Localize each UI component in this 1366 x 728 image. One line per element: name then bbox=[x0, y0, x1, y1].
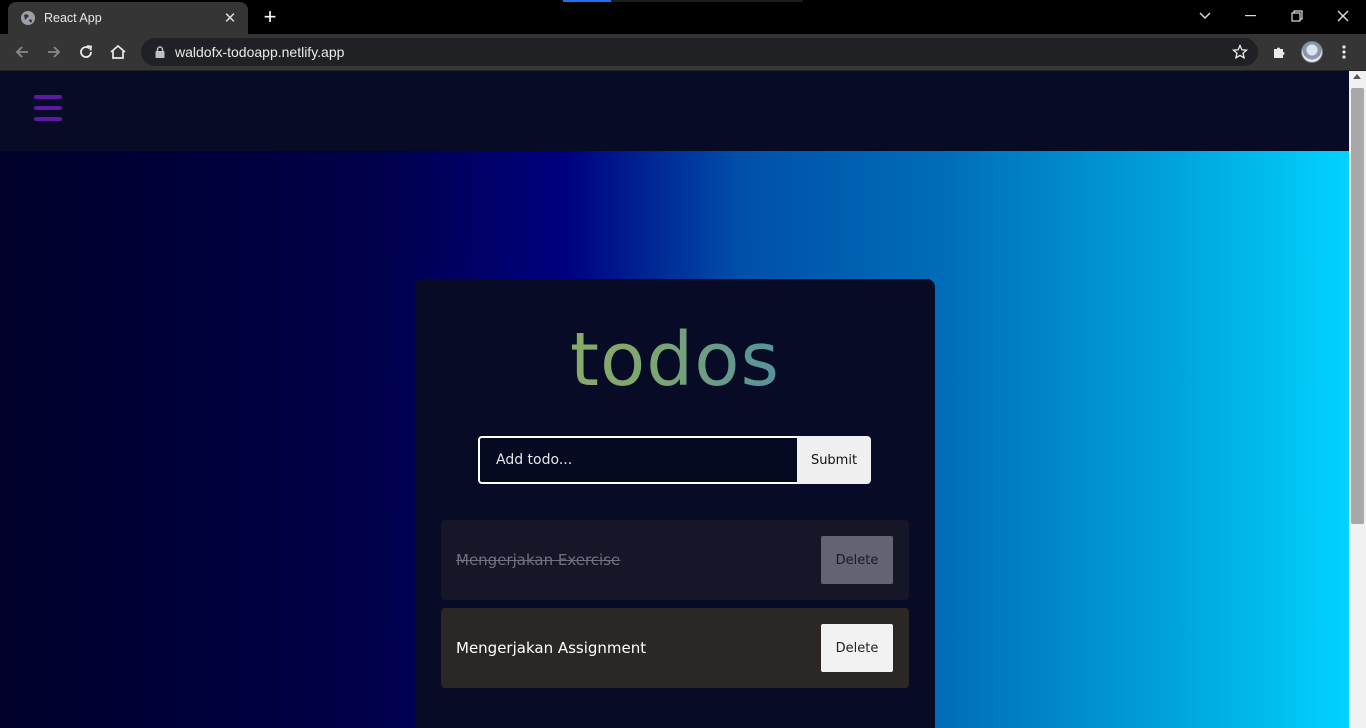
page-scrollbar[interactable] bbox=[1349, 71, 1366, 728]
tab-search-chevron-down-icon[interactable] bbox=[1185, 4, 1225, 28]
minimize-window-button[interactable] bbox=[1231, 4, 1271, 28]
chrome-menu-kebab-icon[interactable] bbox=[1332, 40, 1356, 64]
scroll-up-arrow-icon[interactable] bbox=[1353, 74, 1361, 79]
bookmark-star-icon[interactable] bbox=[1232, 44, 1248, 60]
app-navbar bbox=[0, 71, 1349, 151]
scrollbar-thumb[interactable] bbox=[1351, 88, 1364, 524]
loading-indicator bbox=[563, 0, 803, 2]
new-tab-button[interactable]: + bbox=[258, 4, 282, 29]
add-todo-form: Submit bbox=[478, 436, 871, 484]
extensions-puzzle-icon[interactable] bbox=[1267, 40, 1291, 64]
tab-close-icon[interactable]: ✕ bbox=[222, 9, 238, 27]
globe-icon bbox=[20, 10, 36, 26]
delete-button[interactable]: Delete bbox=[821, 624, 893, 672]
todo-item[interactable]: Mengerjakan Assignment Delete bbox=[441, 608, 909, 688]
home-icon[interactable] bbox=[106, 40, 130, 64]
add-todo-input[interactable] bbox=[478, 436, 797, 484]
submit-button[interactable]: Submit bbox=[797, 436, 871, 484]
todo-text[interactable]: Mengerjakan Exercise bbox=[456, 551, 620, 569]
hamburger-menu-icon[interactable] bbox=[34, 95, 62, 121]
restore-window-button[interactable] bbox=[1277, 4, 1317, 28]
delete-button[interactable]: Delete bbox=[821, 536, 893, 584]
tab-title: React App bbox=[44, 11, 102, 25]
close-window-button[interactable] bbox=[1323, 4, 1363, 28]
browser-tab-strip: React App ✕ + bbox=[0, 0, 1366, 34]
url-text[interactable]: waldofx-todoapp.netlify.app bbox=[175, 44, 1232, 60]
todo-item-completed[interactable]: Mengerjakan Exercise Delete bbox=[441, 520, 909, 600]
page-viewport: todos Submit Mengerjakan Exercise Delete… bbox=[0, 71, 1349, 728]
profile-avatar[interactable] bbox=[1301, 41, 1323, 63]
todo-text[interactable]: Mengerjakan Assignment bbox=[456, 639, 646, 657]
back-arrow-icon[interactable] bbox=[10, 40, 34, 64]
browser-toolbar: waldofx-todoapp.netlify.app bbox=[0, 34, 1366, 71]
lock-icon[interactable] bbox=[155, 46, 165, 58]
forward-arrow-icon[interactable] bbox=[42, 40, 66, 64]
app-logo-title: todos bbox=[415, 315, 935, 405]
browser-tab[interactable]: React App ✕ bbox=[8, 2, 248, 34]
address-bar[interactable]: waldofx-todoapp.netlify.app bbox=[141, 38, 1258, 66]
todo-card: todos Submit Mengerjakan Exercise Delete… bbox=[415, 279, 935, 728]
reload-icon[interactable] bbox=[74, 40, 98, 64]
